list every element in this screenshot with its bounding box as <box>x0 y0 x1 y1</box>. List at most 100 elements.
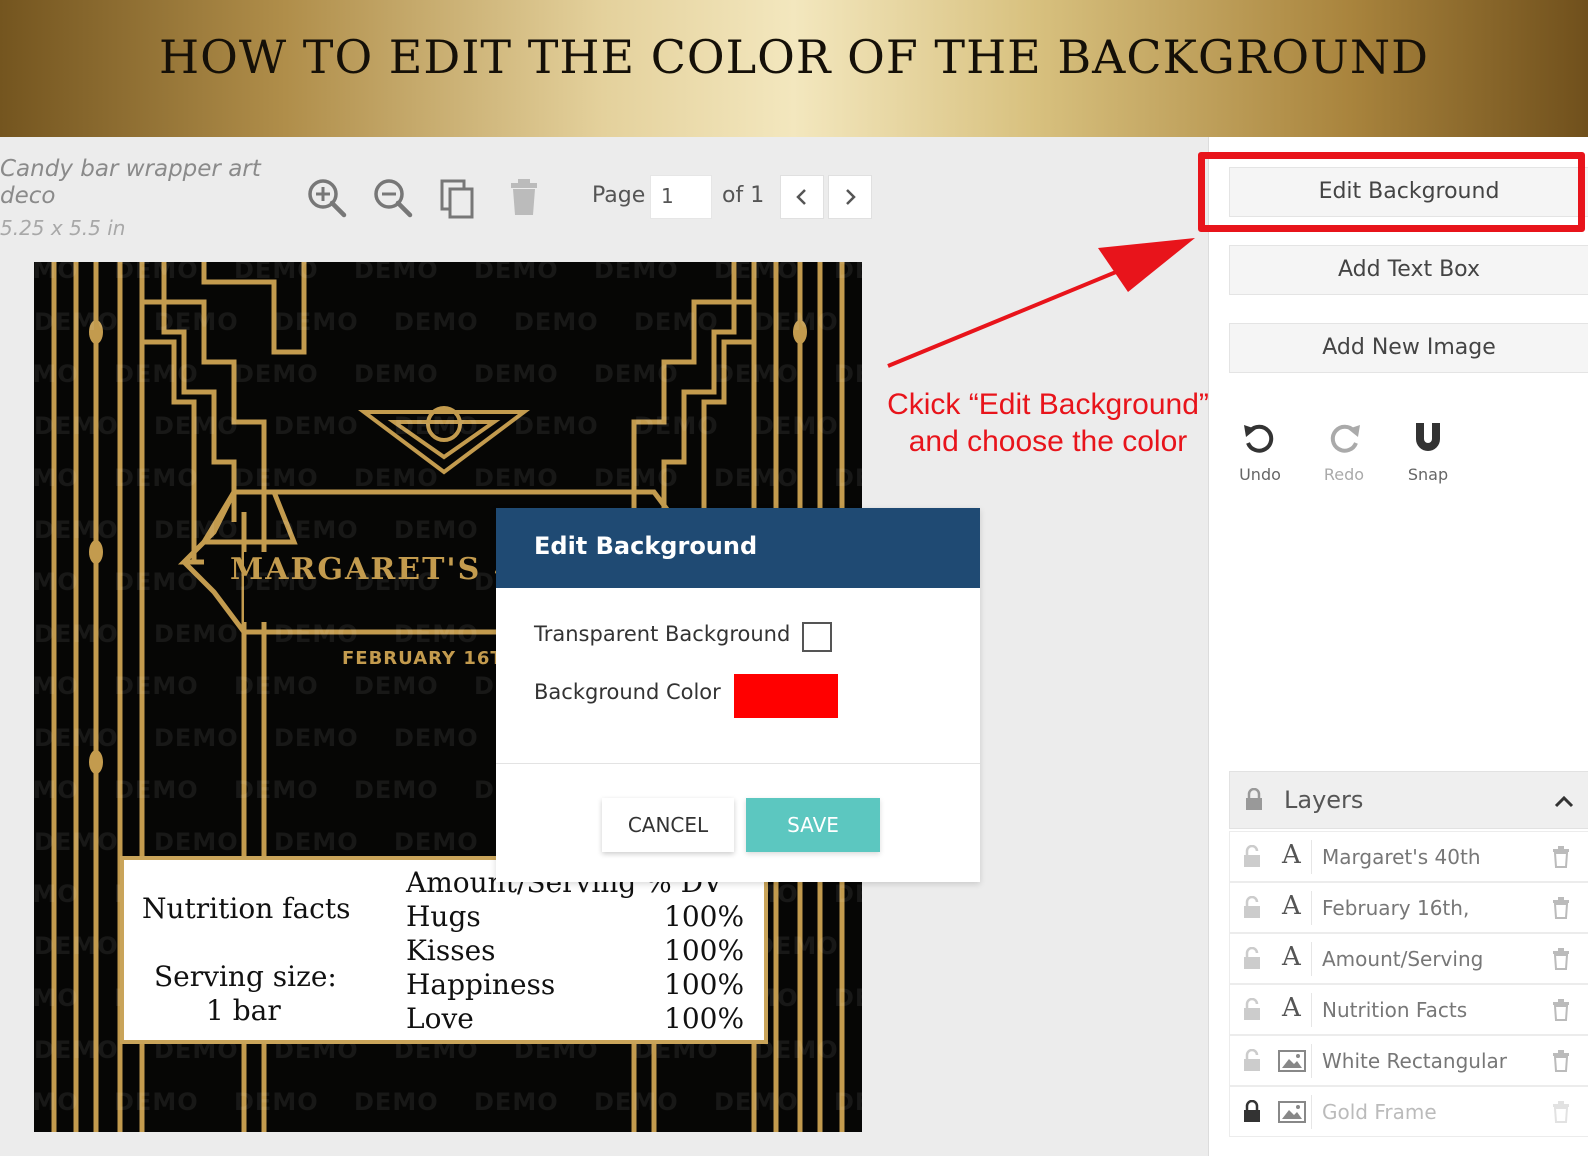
demo-watermark-text: DEMO <box>474 464 559 492</box>
lock-icon[interactable] <box>1242 1049 1262 1073</box>
demo-watermark-text: DEMO <box>714 262 799 284</box>
undo-button[interactable]: Undo <box>1225 419 1295 484</box>
document-size: 5.25 x 5.5 in <box>0 216 126 240</box>
demo-watermark-text: DEMO <box>154 620 239 648</box>
zoom-in-icon[interactable] <box>304 175 350 221</box>
demo-watermark-text: DEMO <box>594 464 679 492</box>
edit-background-dialog: Edit Background Transparent Background B… <box>496 508 980 882</box>
delete-layer-icon[interactable] <box>1552 897 1570 919</box>
demo-watermark-text: DEMO <box>754 412 839 440</box>
undo-label: Undo <box>1239 465 1281 484</box>
lock-icon[interactable] <box>1242 947 1262 971</box>
demo-watermark-text: DEMO <box>234 360 319 388</box>
transparent-background-checkbox[interactable] <box>802 622 832 652</box>
text-layer-icon: A <box>1272 993 1312 1027</box>
annotation-line-2: and choose the color <box>908 425 1188 458</box>
demo-watermark-text: DEMO <box>234 672 319 700</box>
cancel-button[interactable]: CANCEL <box>602 798 734 852</box>
demo-watermark-text: DEMO <box>834 984 862 1012</box>
demo-watermark-text: DEMO <box>394 412 479 440</box>
demo-watermark-text: DEMO <box>714 464 799 492</box>
demo-watermark-text: DEMO <box>114 464 199 492</box>
demo-watermark-text: DEMO <box>234 464 319 492</box>
nutrition-item: Hugs <box>406 900 481 933</box>
save-button[interactable]: SAVE <box>746 798 880 852</box>
layer-row[interactable]: A Margaret's 40th <box>1229 831 1588 882</box>
demo-watermark-text: DEMO <box>114 568 199 596</box>
demo-watermark-text: DEMO <box>34 262 79 284</box>
chevron-up-icon[interactable] <box>1552 790 1576 814</box>
lock-icon[interactable] <box>1242 896 1262 920</box>
demo-watermark-text: DEMO <box>34 620 119 648</box>
highlight-box <box>1198 152 1585 232</box>
zoom-out-icon[interactable] <box>370 175 416 221</box>
demo-watermark-text: DEMO <box>634 308 719 336</box>
demo-watermark-text: DEMO <box>394 308 479 336</box>
snap-label: Snap <box>1407 465 1449 484</box>
snap-button[interactable]: Snap <box>1393 419 1463 484</box>
demo-watermark-text: DEMO <box>594 360 679 388</box>
nutrition-title: Nutrition facts <box>142 892 351 925</box>
demo-watermark-text: DEMO <box>34 776 79 804</box>
annotation-line-1: Ckick “Edit Background” <box>887 388 1209 421</box>
delete-layer-icon[interactable] <box>1552 948 1570 970</box>
text-layer-icon: A <box>1272 891 1312 925</box>
layer-row[interactable]: A February 16th, <box>1229 882 1588 933</box>
text-layer-icon: A <box>1272 942 1312 976</box>
demo-watermark-text: DEMO <box>34 464 79 492</box>
delete-layer-icon[interactable] <box>1552 1101 1570 1123</box>
layer-row[interactable]: White Rectangular <box>1229 1035 1588 1086</box>
demo-watermark-text: DEMO <box>834 880 862 908</box>
delete-layer-icon[interactable] <box>1552 1050 1570 1072</box>
dialog-header: Edit Background <box>496 508 980 588</box>
demo-watermark-text: DEMO <box>514 308 599 336</box>
nutrition-item: Kisses <box>406 934 496 967</box>
trash-icon[interactable] <box>502 175 548 221</box>
annotation-text: Ckick “Edit Background” and choose the c… <box>868 386 1228 460</box>
banner-title: HOW TO EDIT THE COLOR OF THE BACKGROUND <box>159 30 1429 84</box>
demo-watermark-text: DEMO <box>34 568 79 596</box>
lock-icon[interactable] <box>1242 845 1262 869</box>
nutrition-label: Nutrition facts Serving size: 1 bar Amou… <box>120 856 768 1044</box>
undo-icon <box>1244 424 1274 453</box>
demo-watermark-text: DEMO <box>34 984 79 1012</box>
nutrition-value: 100% <box>664 1002 745 1035</box>
serving-size-value: 1 bar <box>206 994 281 1027</box>
background-color-swatch[interactable] <box>734 674 838 718</box>
layer-name: White Rectangular <box>1322 1049 1507 1073</box>
demo-watermark-text: DEMO <box>34 1036 119 1064</box>
previous-page-button[interactable] <box>780 175 824 219</box>
redo-button[interactable]: Redo <box>1309 419 1379 484</box>
page-number-input[interactable]: 1 <box>650 175 712 219</box>
demo-watermark-text: DEMO <box>354 360 439 388</box>
page-count: of 1 <box>722 183 765 208</box>
redo-icon <box>1330 424 1360 453</box>
layer-row[interactable]: Gold Frame <box>1229 1086 1588 1137</box>
next-page-button[interactable] <box>828 175 872 219</box>
layers-panel-header[interactable]: Layers <box>1229 771 1588 829</box>
demo-watermark-text: DEMO <box>834 1088 862 1116</box>
lock-icon[interactable] <box>1242 998 1262 1022</box>
layer-row[interactable]: A Amount/Serving <box>1229 933 1588 984</box>
demo-watermark-text: DEMO <box>394 516 479 544</box>
demo-watermark-text: DEMO <box>354 776 439 804</box>
demo-watermark-text: DEMO <box>394 828 479 856</box>
image-layer-icon <box>1272 1095 1312 1129</box>
duplicate-icon[interactable] <box>436 175 482 221</box>
layer-name: Amount/Serving <box>1322 947 1484 971</box>
demo-watermark-text: DEMO <box>354 1088 439 1116</box>
add-text-box-button[interactable]: Add Text Box <box>1229 245 1588 295</box>
lock-icon <box>1246 788 1262 810</box>
add-new-image-button[interactable]: Add New Image <box>1229 323 1588 373</box>
demo-watermark-text: DEMO <box>274 516 359 544</box>
delete-layer-icon[interactable] <box>1552 999 1570 1021</box>
delete-layer-icon[interactable] <box>1552 846 1570 868</box>
demo-watermark-text: DEMO <box>114 776 199 804</box>
demo-watermark-text: DEMO <box>234 262 319 284</box>
demo-watermark-text: DEMO <box>474 360 559 388</box>
layer-row[interactable]: A Nutrition Facts <box>1229 984 1588 1035</box>
demo-watermark-text: DEMO <box>154 412 239 440</box>
lock-icon[interactable] <box>1242 1100 1262 1124</box>
serving-size-label: Serving size: <box>154 960 337 993</box>
demo-watermark-text: DEMO <box>114 1088 199 1116</box>
